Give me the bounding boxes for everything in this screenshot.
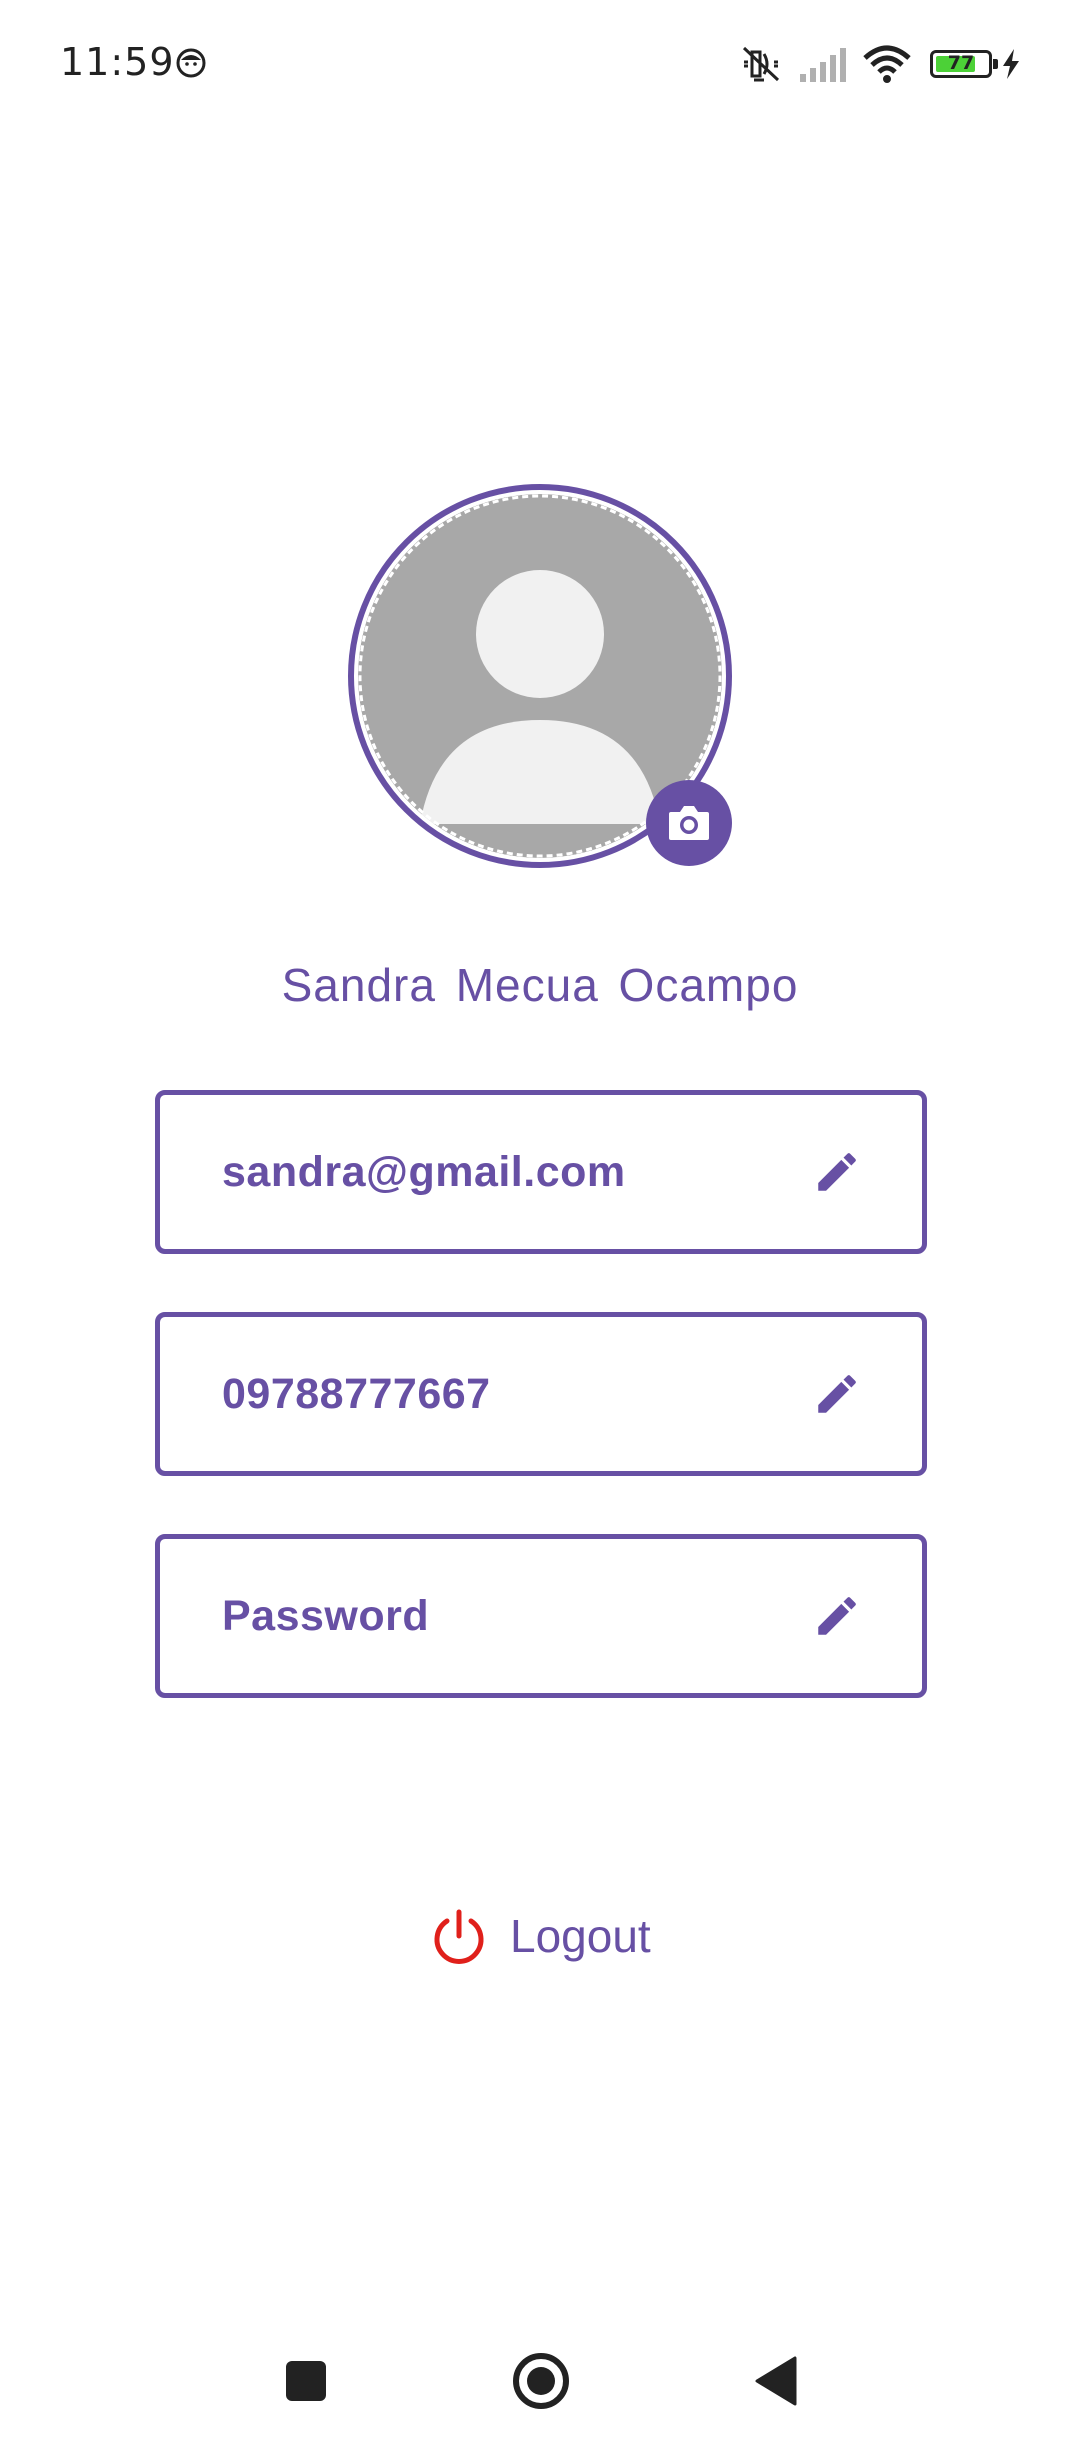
profile-avatar-container (348, 484, 732, 868)
phone-field[interactable]: 09788777667 (155, 1312, 927, 1476)
phone-value: 09788777667 (222, 1370, 491, 1418)
charging-bolt-icon (1003, 49, 1019, 79)
edit-email-pencil-icon[interactable] (812, 1147, 862, 1197)
back-triangle-icon[interactable] (741, 2346, 811, 2416)
wifi-icon (863, 45, 911, 83)
change-photo-button[interactable] (646, 780, 732, 866)
battery-icon: 77 (930, 50, 998, 78)
email-value: sandra@gmail.com (222, 1148, 626, 1196)
logout-label: Logout (510, 1910, 651, 1962)
power-icon (434, 1909, 484, 1964)
camera-icon (669, 806, 709, 840)
password-field[interactable]: Password (155, 1534, 927, 1698)
signal-icon (800, 48, 846, 82)
edit-password-pencil-icon[interactable] (812, 1591, 862, 1641)
edit-phone-pencil-icon[interactable] (812, 1369, 862, 1419)
mute-icon (742, 46, 780, 82)
home-circle-icon[interactable] (506, 2346, 576, 2416)
email-field[interactable]: sandra@gmail.com (155, 1090, 927, 1254)
status-bar: 11:59 77 (0, 0, 1080, 130)
status-time: 11:59 (60, 40, 175, 84)
system-nav-bar (0, 2346, 1080, 2460)
logout-button[interactable]: Logout (430, 1904, 670, 1968)
battery-level: 77 (947, 52, 975, 74)
recents-square-icon[interactable] (271, 2346, 341, 2416)
face-icon (176, 48, 206, 78)
password-value: Password (222, 1592, 430, 1640)
profile-name: Sandra Mecua Ocampo (281, 959, 799, 1011)
